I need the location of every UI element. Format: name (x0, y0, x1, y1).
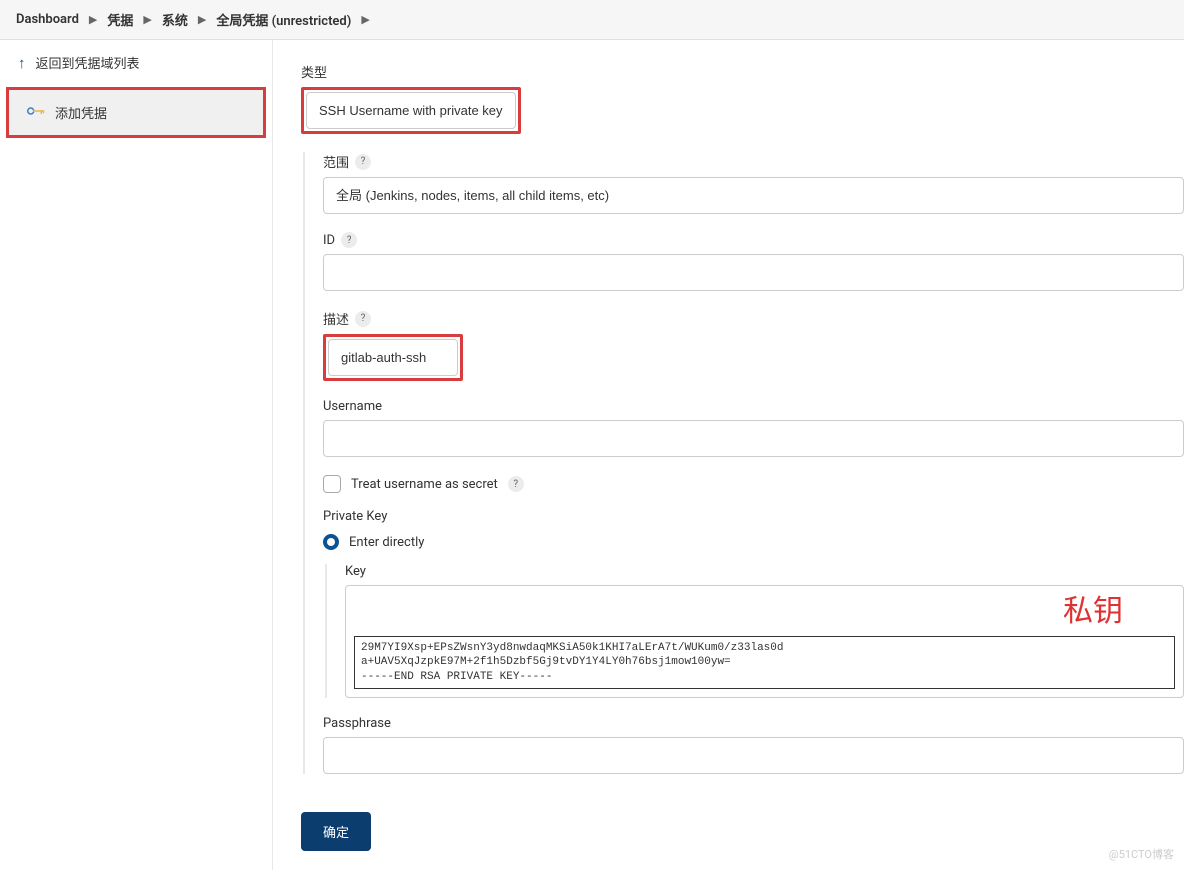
chevron-right-icon: ▶ (89, 13, 97, 26)
breadcrumb-system[interactable]: 系统 (162, 10, 188, 29)
passphrase-input[interactable] (323, 737, 1184, 774)
type-select[interactable]: SSH Username with private key (306, 92, 516, 129)
watermark: @51CTO博客 (1109, 846, 1174, 862)
help-icon[interactable]: ? (355, 311, 371, 327)
description-label: 描述 ? (323, 309, 1184, 328)
key-textarea-wrapper: 29M7YI9Xsp+EPsZWsnY3yd8nwdaqMKSiA50k1KHI… (345, 585, 1184, 698)
chevron-right-icon: ▶ (361, 13, 369, 26)
private-key-label: Private Key (323, 509, 1184, 524)
sidebar-back-link[interactable]: ↑ 返回到凭据域列表 (0, 40, 272, 85)
id-input[interactable] (323, 254, 1184, 291)
key-icon (27, 104, 45, 122)
type-label: 类型 (301, 62, 1184, 81)
key-label: Key (345, 564, 1184, 579)
sidebar-back-label: 返回到凭据域列表 (36, 53, 140, 72)
sidebar-add-label: 添加凭据 (55, 103, 107, 122)
arrow-up-icon: ↑ (18, 54, 26, 72)
breadcrumb: Dashboard ▶ 凭据 ▶ 系统 ▶ 全局凭据 (unrestricted… (0, 0, 1184, 40)
id-label: ID ? (323, 232, 1184, 248)
username-label: Username (323, 399, 1184, 414)
breadcrumb-dashboard[interactable]: Dashboard (16, 12, 79, 27)
key-textarea[interactable]: 29M7YI9Xsp+EPsZWsnY3yd8nwdaqMKSiA50k1KHI… (354, 636, 1175, 689)
passphrase-label: Passphrase (323, 716, 1184, 731)
breadcrumb-global[interactable]: 全局凭据 (unrestricted) (216, 10, 351, 29)
breadcrumb-credentials[interactable]: 凭据 (107, 10, 133, 29)
help-icon[interactable]: ? (341, 232, 357, 248)
treat-username-secret-checkbox[interactable] (323, 475, 341, 493)
sidebar: ↑ 返回到凭据域列表 添加凭据 (0, 40, 273, 870)
description-input[interactable] (328, 339, 458, 376)
submit-button[interactable]: 确定 (301, 812, 371, 851)
main-form: 类型 SSH Username with private key 范围 ? 全局… (273, 40, 1184, 870)
scope-label: 范围 ? (323, 152, 1184, 171)
sidebar-add-credentials[interactable]: 添加凭据 (6, 87, 266, 138)
treat-username-secret-label: Treat username as secret (351, 477, 498, 492)
username-input[interactable] (323, 420, 1184, 457)
help-icon[interactable]: ? (508, 476, 524, 492)
chevron-right-icon: ▶ (198, 13, 206, 26)
chevron-right-icon: ▶ (143, 13, 151, 26)
enter-directly-radio[interactable] (323, 534, 339, 550)
enter-directly-label: Enter directly (349, 535, 424, 550)
annotation-private-key: 私钥 (1063, 586, 1123, 630)
scope-select[interactable]: 全局 (Jenkins, nodes, items, all child ite… (323, 177, 1184, 214)
help-icon[interactable]: ? (355, 154, 371, 170)
